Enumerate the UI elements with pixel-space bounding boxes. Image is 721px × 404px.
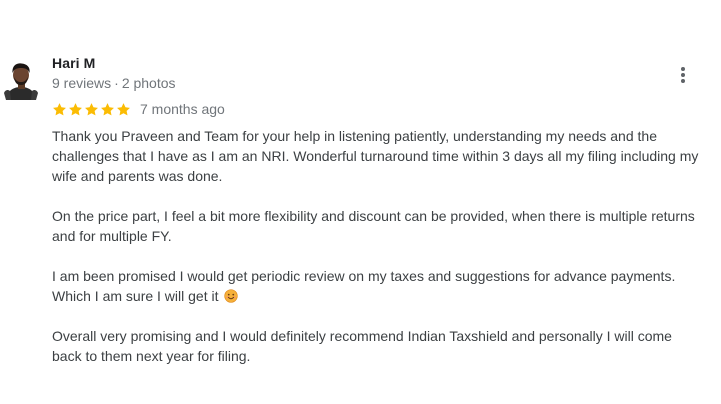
- review-paragraph: On the price part, I feel a bit more fle…: [52, 206, 721, 246]
- author-meta: 9 reviews · 2 photos: [52, 74, 176, 92]
- more-vert-icon: [681, 67, 685, 83]
- review-line: Thank you Praveen and Team for your help…: [52, 128, 657, 144]
- star-icon: [85, 102, 98, 115]
- review-line: wife and parents was done.: [52, 168, 223, 184]
- review-line: On the price part, I feel a bit more fle…: [52, 208, 695, 224]
- review-line: Overall very promising and I would defin…: [52, 328, 672, 344]
- review-paragraph: Thank you Praveen and Team for your help…: [52, 126, 721, 186]
- review-date: 7 months ago: [140, 101, 225, 117]
- rating-row: 7 months ago: [52, 99, 225, 119]
- smiling-face-emoji: [224, 289, 239, 303]
- review-card: Hari M 9 reviews · 2 photos 7 months ago T…: [0, 0, 721, 404]
- more-options-button[interactable]: [670, 62, 696, 88]
- review-line: challenges that I have as I am an NRI. W…: [52, 148, 699, 164]
- review-line: I am been promised I would get periodic …: [52, 268, 676, 284]
- meta-separator: ·: [114, 75, 119, 91]
- review-text: Thank you Praveen and Team for your help…: [52, 126, 721, 386]
- avatar-image: [2, 60, 40, 100]
- review-line: Which I am sure I will get it: [52, 286, 721, 306]
- review-paragraph: Overall very promising and I would defin…: [52, 326, 721, 366]
- star-icon: [101, 102, 114, 115]
- avatar[interactable]: [2, 60, 40, 100]
- star-icon: [117, 102, 130, 115]
- photos-count: 2 photos: [121, 75, 176, 91]
- review-line: and for multiple FY.: [52, 228, 172, 244]
- reviews-count: 9 reviews: [52, 75, 112, 91]
- review-paragraph: I am been promised I would get periodic …: [52, 266, 721, 306]
- author-name[interactable]: Hari M: [52, 54, 95, 72]
- star-icon: [53, 102, 66, 115]
- review-line: back to them next year for filing.: [52, 348, 251, 364]
- star-icon: [69, 102, 82, 115]
- star-rating: [52, 102, 131, 117]
